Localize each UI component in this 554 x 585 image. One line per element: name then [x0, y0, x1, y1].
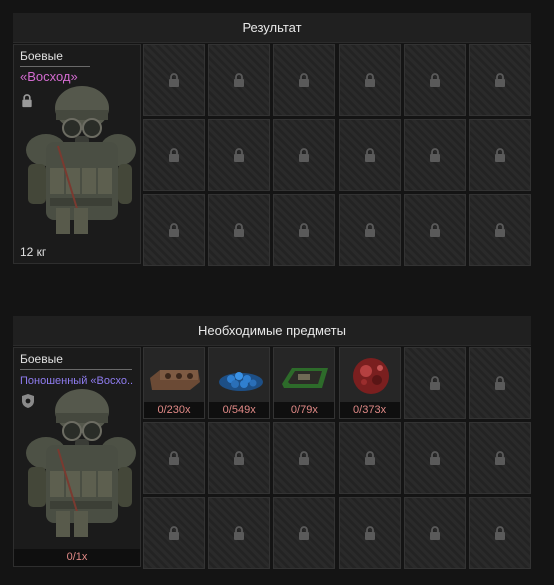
red-orb-icon [352, 358, 389, 394]
lock-icon [298, 526, 310, 541]
lock-icon [429, 376, 441, 391]
item-quantity: 0/230x [144, 402, 204, 418]
lock-icon [494, 526, 506, 541]
card-divider [20, 369, 132, 370]
result-body: Боевые «Восход» 12 кг [13, 44, 531, 266]
locked-slot[interactable] [143, 194, 205, 266]
locked-slot[interactable] [273, 422, 336, 494]
required-item-slot[interactable]: 0/230x [143, 347, 205, 419]
armor-image [20, 80, 136, 240]
lock-icon [494, 73, 506, 88]
lock-icon [364, 73, 376, 88]
lock-icon [298, 148, 310, 163]
locked-slot[interactable] [208, 119, 271, 191]
result-item-card[interactable]: Боевые «Восход» 12 кг [13, 44, 141, 264]
item-quantity: 0/79x [274, 402, 335, 418]
required-item-slot[interactable]: 0/79x [273, 347, 336, 419]
locked-slot[interactable] [338, 44, 401, 116]
locked-slot[interactable] [338, 194, 401, 266]
lock-icon [168, 73, 180, 88]
required-item-slot[interactable]: 0/373x [338, 347, 401, 419]
lock-icon [364, 451, 376, 466]
required-items-body: Боевые Поношенный «Восхо.. 0/1x 0/230x 0… [13, 347, 531, 569]
locked-slot[interactable] [403, 194, 466, 266]
brick-part-icon [150, 370, 200, 390]
lock-icon [364, 223, 376, 238]
locked-slot[interactable] [273, 497, 336, 569]
lock-icon [233, 148, 245, 163]
blue-crystals-icon [219, 372, 264, 391]
item-quantity: 0/549x [209, 402, 270, 418]
required-items-panel: Необходимые предметы Боевые Поношенный «… [13, 316, 531, 569]
locked-slot[interactable] [403, 497, 466, 569]
lock-icon [233, 223, 245, 238]
item-count: 0/1x [14, 549, 140, 566]
locked-slot[interactable] [273, 194, 336, 266]
shield-icon [22, 394, 34, 408]
lock-icon [494, 451, 506, 466]
lock-icon [168, 148, 180, 163]
lock-icon [298, 73, 310, 88]
lock-icon [168, 451, 180, 466]
lock-icon [494, 148, 506, 163]
locked-slot[interactable] [468, 422, 531, 494]
locked-slot[interactable] [143, 422, 205, 494]
locked-slot[interactable] [208, 44, 271, 116]
result-panel: Результат Боевые «Восход» 12 кг [13, 13, 531, 266]
lock-icon [233, 451, 245, 466]
card-divider [20, 66, 90, 67]
lock-icon [298, 451, 310, 466]
locked-slot[interactable] [468, 119, 531, 191]
locked-slot[interactable] [468, 194, 531, 266]
required-slot-grid: 0/230x 0/549x 0/79x 0/373x [143, 347, 531, 569]
locked-slot[interactable] [468, 44, 531, 116]
lock-icon [168, 223, 180, 238]
locked-slot[interactable] [273, 44, 336, 116]
locked-slot[interactable] [338, 422, 401, 494]
locked-slot[interactable] [273, 119, 336, 191]
result-slot-grid [143, 44, 531, 266]
result-header: Результат [13, 13, 531, 43]
lock-icon [22, 94, 32, 108]
locked-slot[interactable] [468, 347, 531, 419]
lock-icon [429, 148, 441, 163]
lock-icon [494, 223, 506, 238]
lock-icon [298, 223, 310, 238]
required-item-slot[interactable]: 0/549x [208, 347, 271, 419]
lock-icon [233, 73, 245, 88]
lock-icon [233, 526, 245, 541]
lock-icon [494, 376, 506, 391]
lock-icon [168, 526, 180, 541]
lock-icon [429, 73, 441, 88]
locked-slot[interactable] [143, 119, 205, 191]
item-category: Боевые [20, 49, 63, 63]
lock-icon [429, 526, 441, 541]
item-quantity: 0/373x [339, 402, 400, 418]
circuit-board-icon [282, 368, 329, 388]
locked-slot[interactable] [403, 422, 466, 494]
locked-slot[interactable] [208, 422, 271, 494]
locked-slot[interactable] [143, 44, 205, 116]
lock-icon [429, 451, 441, 466]
item-category: Боевые [20, 352, 63, 366]
locked-slot[interactable] [143, 497, 205, 569]
locked-slot[interactable] [208, 194, 271, 266]
locked-slot[interactable] [403, 347, 466, 419]
locked-slot[interactable] [338, 119, 401, 191]
locked-slot[interactable] [208, 497, 271, 569]
lock-icon [429, 223, 441, 238]
armor-image [20, 383, 136, 543]
required-items-header: Необходимые предметы [13, 316, 531, 346]
locked-slot[interactable] [403, 44, 466, 116]
locked-slot[interactable] [338, 497, 401, 569]
lock-icon [364, 526, 376, 541]
locked-slot[interactable] [468, 497, 531, 569]
item-weight: 12 кг [20, 245, 47, 259]
required-item-card[interactable]: Боевые Поношенный «Восхо.. 0/1x [13, 347, 141, 567]
lock-icon [364, 148, 376, 163]
locked-slot[interactable] [403, 119, 466, 191]
